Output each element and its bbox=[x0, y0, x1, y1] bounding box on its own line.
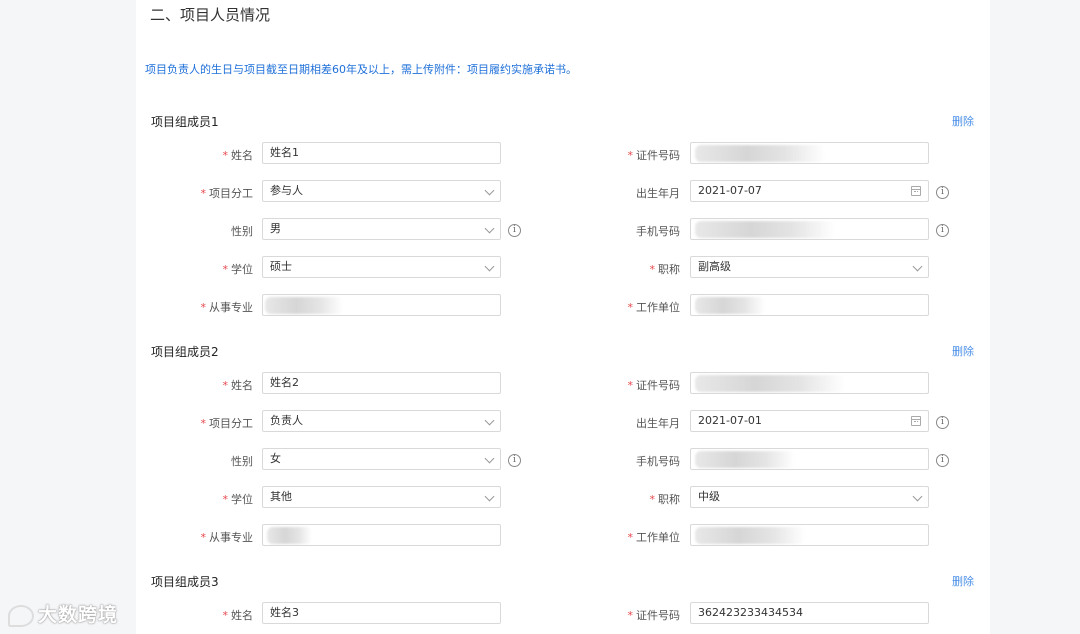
employer-label: * 工作单位 bbox=[627, 531, 681, 544]
watermark-logo-icon bbox=[8, 604, 34, 627]
birth-label: 出生年月 bbox=[636, 187, 680, 200]
chevron-down-icon bbox=[912, 261, 923, 272]
division-select[interactable]: 参与人 bbox=[262, 180, 501, 202]
calendar-icon bbox=[911, 416, 921, 426]
member-title: 项目组成员2 bbox=[151, 345, 219, 359]
major-input[interactable] bbox=[262, 524, 501, 546]
phone-input[interactable] bbox=[690, 448, 929, 470]
title-rank-label: * 职称 bbox=[649, 493, 681, 506]
phone-input[interactable] bbox=[690, 218, 929, 240]
delete-member-button[interactable]: 删除 bbox=[952, 573, 974, 589]
major-label: * 从事专业 bbox=[200, 301, 254, 314]
id-number-label: * 证件号码 bbox=[627, 149, 681, 162]
name-input[interactable]: 姓名3 bbox=[262, 602, 501, 624]
info-icon[interactable]: i bbox=[936, 224, 949, 237]
delete-member-button[interactable]: 删除 bbox=[952, 343, 974, 359]
chevron-down-icon bbox=[484, 415, 495, 426]
info-icon[interactable]: i bbox=[936, 186, 949, 199]
member-title: 项目组成员1 bbox=[151, 115, 219, 129]
section-title: 二、项目人员情况 bbox=[150, 6, 271, 24]
id-number-input[interactable] bbox=[690, 372, 929, 394]
degree-select[interactable]: 硕士 bbox=[262, 256, 501, 278]
chevron-down-icon bbox=[484, 223, 495, 234]
employer-input[interactable] bbox=[690, 524, 929, 546]
division-select[interactable]: 负责人 bbox=[262, 410, 501, 432]
info-icon[interactable]: i bbox=[936, 416, 949, 429]
gender-select[interactable]: 男 bbox=[262, 218, 501, 240]
info-icon[interactable]: i bbox=[936, 454, 949, 467]
employer-label: * 工作单位 bbox=[627, 301, 681, 314]
name-label: * 姓名 bbox=[222, 149, 254, 162]
chevron-down-icon bbox=[484, 491, 495, 502]
notice-text: 项目负责人的生日与项目截至日期相差60年及以上，需上传附件：项目履约实施承诺书。 bbox=[145, 63, 577, 76]
degree-select[interactable]: 其他 bbox=[262, 486, 501, 508]
gender-label: 性别 bbox=[231, 225, 253, 238]
name-label: * 姓名 bbox=[222, 609, 254, 622]
division-label: * 项目分工 bbox=[200, 187, 254, 200]
chevron-down-icon bbox=[484, 185, 495, 196]
id-number-label: * 证件号码 bbox=[627, 609, 681, 622]
degree-label: * 学位 bbox=[222, 263, 254, 276]
degree-label: * 学位 bbox=[222, 493, 254, 506]
major-label: * 从事专业 bbox=[200, 531, 254, 544]
major-input[interactable] bbox=[262, 294, 501, 316]
birth-date-picker[interactable]: 2021-07-01 bbox=[690, 410, 929, 432]
watermark: 大数跨境 bbox=[8, 600, 118, 627]
chevron-down-icon bbox=[484, 261, 495, 272]
delete-member-button[interactable]: 删除 bbox=[952, 113, 974, 129]
gender-label: 性别 bbox=[231, 455, 253, 468]
phone-label: 手机号码 bbox=[636, 225, 680, 238]
division-label: * 项目分工 bbox=[200, 417, 254, 430]
gender-select[interactable]: 女 bbox=[262, 448, 501, 470]
chevron-down-icon bbox=[912, 491, 923, 502]
info-icon[interactable]: i bbox=[508, 224, 521, 237]
calendar-icon bbox=[911, 186, 921, 196]
birth-label: 出生年月 bbox=[636, 417, 680, 430]
info-icon[interactable]: i bbox=[508, 454, 521, 467]
member-title: 项目组成员3 bbox=[151, 575, 219, 589]
title-rank-label: * 职称 bbox=[649, 263, 681, 276]
name-label: * 姓名 bbox=[222, 379, 254, 392]
id-number-label: * 证件号码 bbox=[627, 379, 681, 392]
employer-input[interactable] bbox=[690, 294, 929, 316]
id-number-input[interactable]: 362423233434534 bbox=[690, 602, 929, 624]
title-rank-select[interactable]: 副高级 bbox=[690, 256, 929, 278]
name-input[interactable]: 姓名1 bbox=[262, 142, 501, 164]
title-rank-select[interactable]: 中级 bbox=[690, 486, 929, 508]
birth-date-picker[interactable]: 2021-07-07 bbox=[690, 180, 929, 202]
name-input[interactable]: 姓名2 bbox=[262, 372, 501, 394]
chevron-down-icon bbox=[484, 453, 495, 464]
phone-label: 手机号码 bbox=[636, 455, 680, 468]
id-number-input[interactable] bbox=[690, 142, 929, 164]
